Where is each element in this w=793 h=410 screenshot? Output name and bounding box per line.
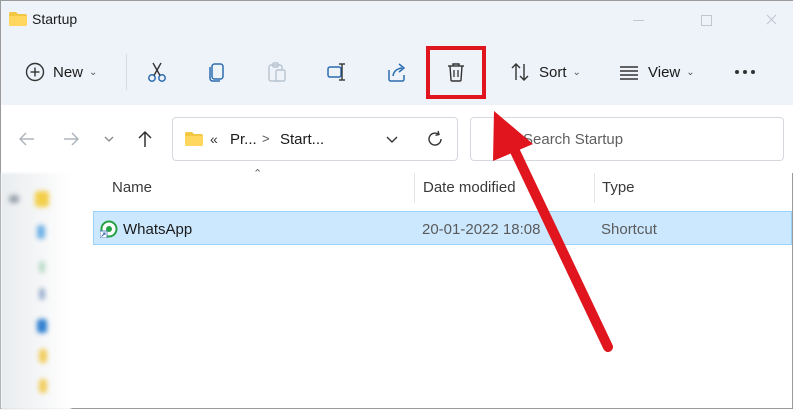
copy-button[interactable] (206, 53, 228, 91)
back-button[interactable] (15, 127, 39, 151)
paste-icon (268, 62, 286, 82)
column-header-type[interactable]: Type (602, 179, 635, 196)
command-bar: New ⌄ Sort ⌄ View ⌄ (1, 39, 793, 105)
sort-button[interactable]: Sort ⌄ (509, 53, 581, 91)
sort-label: Sort (539, 63, 567, 81)
navigation-bar: « Pr... > Start... Search Startup (1, 105, 793, 173)
cut-button[interactable] (146, 53, 168, 91)
recent-locations-button[interactable] (97, 127, 121, 151)
view-icon (620, 66, 638, 80)
folder-icon (39, 379, 47, 393)
paste-button[interactable] (266, 53, 288, 91)
file-name: WhatsApp (123, 221, 193, 238)
up-button[interactable] (133, 127, 157, 151)
share-button[interactable] (386, 53, 408, 91)
folder-icon (35, 191, 49, 207)
rename-button[interactable] (326, 53, 348, 91)
file-type: Shortcut (601, 221, 657, 238)
more-icon (735, 70, 755, 74)
forward-button[interactable] (59, 127, 83, 151)
search-input[interactable]: Search Startup (523, 131, 623, 148)
sidebar-item-icon (37, 225, 45, 239)
address-bar[interactable]: « Pr... > Start... (172, 117, 458, 161)
folder-icon (185, 132, 203, 146)
search-box[interactable]: Search Startup (470, 117, 784, 161)
new-button[interactable]: New ⌄ (25, 53, 97, 91)
chevron-down-icon: ⌄ (686, 66, 695, 78)
maximize-button[interactable] (686, 7, 726, 33)
breadcrumb-item[interactable]: Pr... (230, 131, 257, 148)
column-divider[interactable] (414, 173, 415, 203)
chevron-down-icon: ⌄ (572, 66, 581, 78)
view-button[interactable]: View ⌄ (618, 53, 695, 91)
sidebar-item-icon (39, 261, 45, 273)
folder-icon (9, 12, 27, 26)
navigation-pane[interactable] (1, 173, 71, 410)
minimize-button[interactable] (619, 7, 659, 33)
sort-icon (511, 63, 529, 81)
column-header-date[interactable]: Date modified (423, 179, 516, 196)
rename-icon (327, 63, 345, 81)
new-label: New (53, 63, 84, 81)
share-icon (388, 63, 406, 82)
chevron-down-icon (104, 136, 114, 142)
column-header-name[interactable]: Name (112, 179, 152, 196)
view-label: View (648, 63, 681, 81)
copy-icon (209, 63, 224, 82)
chevron-down-icon[interactable] (385, 134, 399, 146)
expand-chevron-icon (9, 195, 19, 203)
file-date: 20-01-2022 18:08 (422, 221, 541, 238)
file-row[interactable]: WhatsApp 20-01-2022 18:08 Shortcut (93, 211, 792, 245)
scissors-icon (148, 62, 166, 82)
more-options-button[interactable] (733, 53, 757, 91)
column-headers: ⌃ Name Date modified Type (93, 168, 793, 203)
refresh-icon[interactable] (426, 130, 444, 148)
sidebar-item-icon (39, 288, 45, 300)
whatsapp-icon (100, 220, 118, 238)
breadcrumb-separator[interactable]: > (262, 131, 270, 146)
title-bar: Startup (1, 1, 793, 39)
arrow-left-icon (18, 132, 34, 146)
sort-ascending-icon: ⌃ (253, 168, 263, 180)
sidebar-item-icon (37, 319, 47, 333)
chevron-down-icon: ⌄ (89, 66, 98, 78)
column-divider[interactable] (594, 173, 595, 203)
delete-highlight-box (426, 46, 486, 99)
folder-icon (39, 349, 47, 363)
close-button[interactable] (751, 7, 791, 33)
breadcrumb-item[interactable]: Start... (280, 131, 324, 148)
overflow-crumbs[interactable]: « (210, 131, 218, 147)
toolbar-divider (126, 54, 127, 90)
window-title: Startup (32, 11, 78, 27)
arrow-right-icon (64, 132, 80, 146)
plus-circle-icon (25, 62, 45, 82)
arrow-up-icon (138, 130, 152, 147)
search-icon (497, 132, 513, 148)
